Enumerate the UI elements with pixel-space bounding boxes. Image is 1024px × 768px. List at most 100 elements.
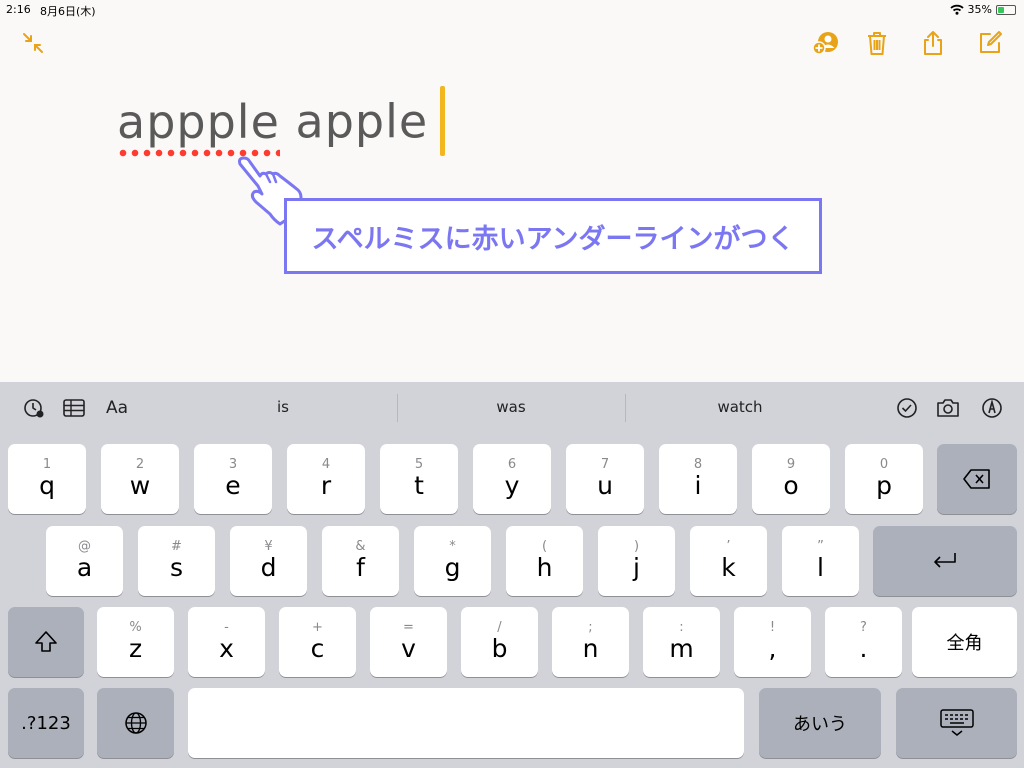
key-row3-4[interactable]: / b xyxy=(461,607,538,677)
key-label: z xyxy=(128,634,143,663)
key-sublabel: 9 xyxy=(786,457,796,472)
camera-icon[interactable] xyxy=(936,396,960,420)
key-label: h xyxy=(536,553,553,582)
key-sublabel: 1 xyxy=(42,457,52,472)
key-sublabel: ¥ xyxy=(264,539,273,554)
key-sublabel: 5 xyxy=(414,457,424,472)
undo-clock-icon[interactable] xyxy=(22,396,46,420)
key-row1-0[interactable]: 1q xyxy=(8,444,86,514)
key-row3-6[interactable]: :m xyxy=(643,607,720,677)
key-label: . xyxy=(859,634,868,663)
key-label: a xyxy=(76,553,93,582)
key-label: j xyxy=(633,553,640,582)
key-label: e xyxy=(225,471,241,500)
fullwidth-key[interactable]: 全角 xyxy=(912,607,1017,677)
compose-icon[interactable] xyxy=(975,28,1005,58)
key-label: , xyxy=(768,634,777,663)
keyboard-hide-icon xyxy=(939,709,974,736)
key-row2-3[interactable]: & f xyxy=(322,526,399,596)
key-row3-3[interactable]: = v xyxy=(370,607,447,677)
delete-key[interactable] xyxy=(937,444,1017,514)
key-row3-2[interactable]: + c xyxy=(279,607,356,677)
key-label: d xyxy=(260,553,277,582)
key-row1-5[interactable]: 6y xyxy=(473,444,551,514)
key-sublabel: ” xyxy=(817,539,824,554)
key-row3-7[interactable]: !, xyxy=(734,607,811,677)
key-row2-6[interactable]: ) j xyxy=(598,526,675,596)
key-label: u xyxy=(597,471,613,500)
key-label: v xyxy=(401,634,416,663)
key-row2-2[interactable]: ¥ d xyxy=(230,526,307,596)
key-sublabel: ; xyxy=(588,620,593,635)
key-row3-0[interactable]: % z xyxy=(97,607,174,677)
text-cursor xyxy=(440,86,446,156)
numbers-key[interactable]: .?123 xyxy=(8,688,84,758)
key-sublabel: ! xyxy=(769,620,776,635)
key-sublabel: % xyxy=(129,620,142,635)
key-row1-4[interactable]: 5t xyxy=(380,444,458,514)
key-sublabel: 0 xyxy=(879,457,889,472)
key-label: k xyxy=(721,553,736,582)
key-row3-5[interactable]: ; n xyxy=(552,607,629,677)
prediction-2[interactable]: was xyxy=(411,398,611,416)
key-label: i xyxy=(694,471,702,500)
key-row1-1[interactable]: 2w xyxy=(101,444,179,514)
key-row3-1[interactable]: -x xyxy=(188,607,265,677)
key-row1-6[interactable]: 7u xyxy=(566,444,644,514)
checklist-icon[interactable] xyxy=(895,396,919,420)
callout-box: スペルミスに赤いアンダーラインがつく xyxy=(284,198,822,274)
key-row2-5[interactable]: (h xyxy=(506,526,583,596)
space-key[interactable] xyxy=(188,688,744,758)
trash-icon[interactable] xyxy=(862,28,892,58)
key-label: g xyxy=(444,553,461,582)
key-sublabel: & xyxy=(355,539,366,554)
key-label: m xyxy=(669,634,694,663)
globe-key[interactable] xyxy=(97,688,174,758)
key-row2-8[interactable]: ” l xyxy=(782,526,859,596)
misspelled-word[interactable]: appple xyxy=(117,95,280,157)
key-label: s xyxy=(169,553,184,582)
key-label: c xyxy=(310,634,325,663)
prediction-1[interactable]: is xyxy=(183,398,383,416)
collapse-arrows-icon[interactable] xyxy=(18,28,48,58)
key-sublabel: 6 xyxy=(507,457,517,472)
dismiss-keyboard-key[interactable] xyxy=(896,688,1017,758)
key-row2-4[interactable]: * g xyxy=(414,526,491,596)
key-label: o xyxy=(783,471,799,500)
key-label: x xyxy=(219,634,234,663)
status-bar: 2:16 8月6日(木) 35% xyxy=(0,0,1024,20)
key-label: t xyxy=(414,471,424,500)
prediction-divider xyxy=(625,394,626,422)
key-row3-8[interactable]: ?. xyxy=(825,607,902,677)
key-row2-1[interactable]: # s xyxy=(138,526,215,596)
key-row1-2[interactable]: 3e xyxy=(194,444,272,514)
status-date: 8月6日(木) xyxy=(40,5,96,18)
shift-key[interactable] xyxy=(8,607,84,677)
table-icon[interactable] xyxy=(62,396,86,420)
key-row1-3[interactable]: 4r xyxy=(287,444,365,514)
kana-key[interactable]: あいう xyxy=(759,688,881,758)
key-sublabel: : xyxy=(679,620,684,635)
key-sublabel: + xyxy=(312,620,323,635)
keyboard: Aa is was watch 1q2w3e4r5t6y7u8i9o0p @ a #… xyxy=(0,382,1024,768)
battery-percent: 35% xyxy=(967,3,992,16)
key-row1-8[interactable]: 9o xyxy=(752,444,830,514)
key-row2-7[interactable]: ’ k xyxy=(690,526,767,596)
add-person-icon[interactable] xyxy=(810,28,840,58)
key-label: b xyxy=(491,634,508,663)
key-sublabel: ) xyxy=(633,539,640,554)
prediction-3[interactable]: watch xyxy=(640,398,840,416)
note-body[interactable]: appple apple xyxy=(117,86,446,160)
key-row1-7[interactable]: 8i xyxy=(659,444,737,514)
share-icon[interactable] xyxy=(918,28,948,58)
key-label: q xyxy=(39,471,55,500)
key-sublabel: 7 xyxy=(600,457,610,472)
key-row1-9[interactable]: 0p xyxy=(845,444,923,514)
key-row2-0[interactable]: @ a xyxy=(46,526,123,596)
markup-pen-icon[interactable] xyxy=(980,396,1004,420)
key-label: w xyxy=(129,471,151,500)
format-text-button[interactable]: Aa xyxy=(106,398,136,422)
key-sublabel: / xyxy=(497,620,502,635)
key-sublabel: ( xyxy=(541,539,548,554)
return-key[interactable] xyxy=(873,526,1017,596)
